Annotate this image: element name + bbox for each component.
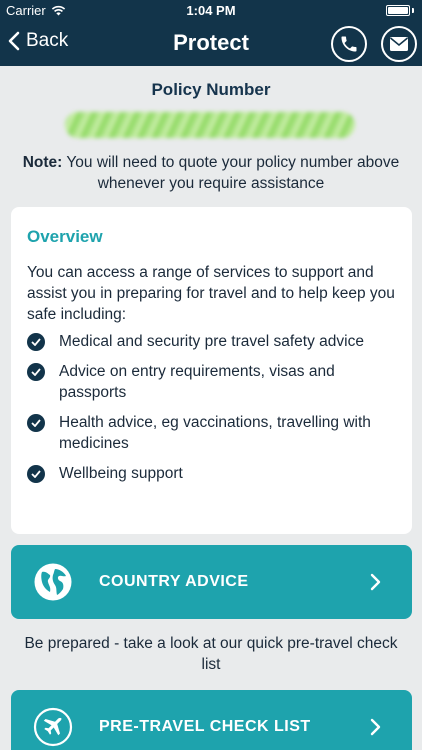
overview-intro: You can access a range of services to su… (27, 264, 395, 323)
check-icon (27, 465, 45, 483)
note-text: You will need to quote your policy numbe… (62, 154, 400, 192)
chevron-right-icon (370, 573, 381, 591)
battery-icon (386, 5, 414, 16)
email-button[interactable] (381, 26, 417, 62)
chevron-left-icon (8, 31, 20, 51)
status-bar: Carrier 1:04 PM (0, 0, 422, 22)
note-label: Note: (22, 154, 63, 171)
list-item: Medical and security pre travel safety a… (27, 331, 396, 352)
country-advice-label: COUNTRY ADVICE (99, 573, 249, 590)
list-item: Advice on entry requirements, visas and … (27, 361, 396, 403)
policy-number-heading: Policy Number (151, 80, 271, 99)
check-icon (27, 363, 45, 381)
back-label: Back (26, 30, 69, 51)
status-time: 1:04 PM (186, 3, 236, 18)
country-advice-button[interactable]: COUNTRY ADVICE (11, 545, 412, 619)
check-icon (27, 414, 45, 432)
list-item-text: Medical and security pre travel safety a… (59, 333, 364, 350)
call-button[interactable] (331, 26, 367, 62)
phone-icon (341, 36, 357, 52)
mail-icon (389, 37, 409, 51)
airplane-icon (33, 707, 73, 747)
globe-icon (33, 562, 73, 602)
back-button[interactable]: Back (8, 30, 68, 52)
list-item: Health advice, eg vaccinations, travelli… (27, 412, 396, 454)
overview-title: Overview (27, 227, 103, 246)
policy-number-redacted (65, 112, 355, 138)
list-item-text: Advice on entry requirements, visas and … (59, 363, 335, 401)
policy-note: Note: You will need to quote your policy… (20, 152, 402, 194)
nav-bar: Back Protect (0, 22, 422, 66)
pre-travel-checklist-button[interactable]: PRE-TRAVEL CHECK LIST (11, 690, 412, 750)
check-icon (27, 333, 45, 351)
overview-card: Overview You can access a range of servi… (11, 207, 412, 534)
list-item-text: Wellbeing support (59, 465, 183, 482)
services-list: Medical and security pre travel safety a… (27, 331, 396, 484)
list-item-text: Health advice, eg vaccinations, travelli… (59, 414, 371, 452)
list-item: Wellbeing support (27, 463, 396, 484)
chevron-right-icon (370, 718, 381, 736)
prepared-text: Be prepared - take a look at our quick p… (24, 635, 398, 673)
pre-travel-label: PRE-TRAVEL CHECK LIST (99, 718, 311, 735)
